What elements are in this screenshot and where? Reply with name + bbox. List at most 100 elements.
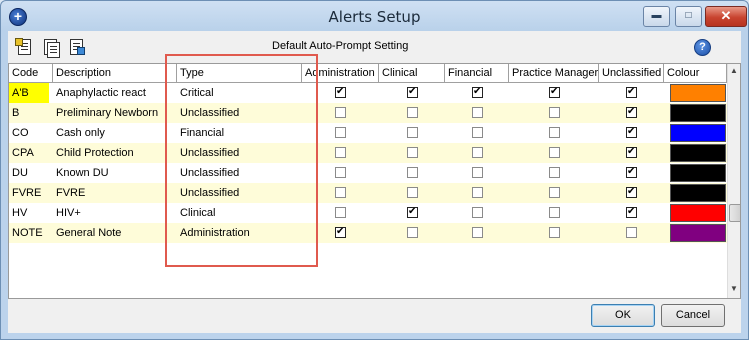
code-cell[interactable]: CO — [9, 123, 49, 143]
description-cell[interactable]: Child Protection — [53, 143, 177, 163]
code-cell[interactable]: B — [9, 103, 49, 123]
financial-checkbox[interactable] — [472, 127, 483, 138]
table-row[interactable]: CO Cash only Financial — [9, 123, 727, 143]
financial-checkbox[interactable] — [472, 227, 483, 238]
clinical-checkbox[interactable] — [407, 107, 418, 118]
maximize-button[interactable]: □ — [675, 6, 702, 27]
financial-checkbox[interactable] — [472, 147, 483, 158]
pm-checkbox[interactable] — [549, 207, 560, 218]
colour-swatch[interactable] — [670, 184, 726, 202]
table-row[interactable]: DU Known DU Unclassified — [9, 163, 727, 183]
column-header[interactable]: Code — [9, 64, 53, 82]
table-row[interactable]: FVRE FVRE Unclassified — [9, 183, 727, 203]
grid-header: Code Description Type Administration Clinica… — [9, 64, 727, 83]
admin-checkbox[interactable] — [335, 225, 346, 239]
unclassified-checkbox[interactable] — [626, 125, 637, 139]
unclassified-checkbox[interactable] — [626, 145, 637, 159]
unclassified-checkbox[interactable] — [626, 165, 637, 179]
pm-checkbox[interactable] — [549, 127, 560, 138]
scroll-thumb[interactable] — [729, 204, 740, 222]
description-cell[interactable]: General Note — [53, 223, 177, 243]
unclassified-checkbox[interactable] — [626, 227, 637, 238]
unclassified-checkbox[interactable] — [626, 105, 637, 119]
pm-checkbox[interactable] — [549, 107, 560, 118]
colour-swatch[interactable] — [670, 104, 726, 122]
copy-alert-button[interactable] — [41, 38, 60, 58]
description-cell[interactable]: Known DU — [53, 163, 177, 183]
clinical-checkbox[interactable] — [407, 85, 418, 99]
code-cell[interactable]: FVRE — [9, 183, 49, 203]
default-auto-prompt-label: Default Auto-Prompt Setting — [272, 40, 409, 52]
unclassified-checkbox[interactable] — [626, 185, 637, 199]
document-icon — [47, 42, 60, 58]
alerts-grid[interactable]: Code Description Type Administration Clinica… — [8, 63, 741, 299]
colour-swatch[interactable] — [670, 224, 726, 242]
table-row[interactable]: B Preliminary Newborn Unclassified — [9, 103, 727, 123]
admin-checkbox[interactable] — [335, 167, 346, 178]
financial-checkbox[interactable] — [472, 107, 483, 118]
table-row[interactable]: HV HIV+ Clinical — [9, 203, 727, 223]
pm-checkbox[interactable] — [549, 147, 560, 158]
pm-checkbox[interactable] — [549, 187, 560, 198]
dialog-body: Default Auto-Prompt Setting ? Code Descri… — [8, 31, 741, 333]
window-title: Alerts Setup — [328, 8, 421, 26]
description-cell[interactable]: FVRE — [53, 183, 177, 203]
column-header[interactable]: Unclassified — [599, 64, 664, 82]
title-bar[interactable]: + Alerts Setup ▬ □ ✕ — [1, 1, 748, 31]
help-icon[interactable]: ? — [694, 39, 711, 56]
description-cell[interactable]: HIV+ — [53, 203, 177, 223]
description-cell[interactable]: Cash only — [53, 123, 177, 143]
colour-swatch[interactable] — [670, 144, 726, 162]
column-header[interactable]: Financial — [445, 64, 509, 82]
clinical-checkbox[interactable] — [407, 127, 418, 138]
admin-checkbox[interactable] — [335, 207, 346, 218]
scroll-up-icon[interactable]: ▲ — [730, 66, 738, 75]
description-cell[interactable]: Preliminary Newborn — [53, 103, 177, 123]
description-cell[interactable]: Anaphylactic react — [53, 83, 177, 103]
close-button[interactable]: ✕ — [705, 6, 747, 27]
unclassified-checkbox[interactable] — [626, 205, 637, 219]
pm-checkbox[interactable] — [549, 85, 560, 99]
code-cell[interactable]: HV — [9, 203, 49, 223]
column-header[interactable]: Description — [53, 64, 177, 82]
clinical-checkbox[interactable] — [407, 205, 418, 219]
admin-checkbox[interactable] — [335, 85, 346, 99]
vertical-scrollbar[interactable]: ▲ ▼ — [727, 64, 740, 298]
admin-checkbox[interactable] — [335, 127, 346, 138]
unclassified-checkbox[interactable] — [626, 85, 637, 99]
table-row[interactable]: NOTE General Note Administration — [9, 223, 727, 243]
clinical-checkbox[interactable] — [407, 147, 418, 158]
pm-checkbox[interactable] — [549, 167, 560, 178]
ok-button[interactable]: OK — [591, 304, 655, 327]
financial-checkbox[interactable] — [472, 85, 483, 99]
clinical-checkbox[interactable] — [407, 167, 418, 178]
financial-checkbox[interactable] — [472, 167, 483, 178]
financial-checkbox[interactable] — [472, 207, 483, 218]
code-cell[interactable]: A'B — [9, 83, 49, 103]
clinical-checkbox[interactable] — [407, 227, 418, 238]
new-alert-button[interactable] — [15, 38, 33, 56]
pm-checkbox[interactable] — [549, 227, 560, 238]
cancel-button[interactable]: Cancel — [661, 304, 725, 327]
colour-swatch[interactable] — [670, 84, 726, 102]
table-row[interactable]: A'B Anaphylactic react Critical — [9, 83, 727, 103]
financial-checkbox[interactable] — [472, 187, 483, 198]
minimize-button[interactable]: ▬ — [643, 6, 670, 27]
code-cell[interactable]: CPA — [9, 143, 49, 163]
colour-swatch[interactable] — [670, 164, 726, 182]
scroll-down-icon[interactable]: ▼ — [730, 284, 738, 293]
admin-checkbox[interactable] — [335, 147, 346, 158]
table-row[interactable]: CPA Child Protection Unclassified — [9, 143, 727, 163]
column-header[interactable]: Clinical — [379, 64, 445, 82]
colour-swatch[interactable] — [670, 124, 726, 142]
column-header[interactable]: Colour — [664, 64, 727, 82]
clinical-checkbox[interactable] — [407, 187, 418, 198]
code-cell[interactable]: DU — [9, 163, 49, 183]
column-header[interactable]: Practice Manager — [509, 64, 599, 82]
admin-checkbox[interactable] — [335, 107, 346, 118]
colour-swatch[interactable] — [670, 204, 726, 222]
code-cell[interactable]: NOTE — [9, 223, 49, 243]
admin-checkbox[interactable] — [335, 187, 346, 198]
alert-properties-button[interactable] — [67, 38, 85, 56]
type-column-highlight — [165, 54, 318, 267]
